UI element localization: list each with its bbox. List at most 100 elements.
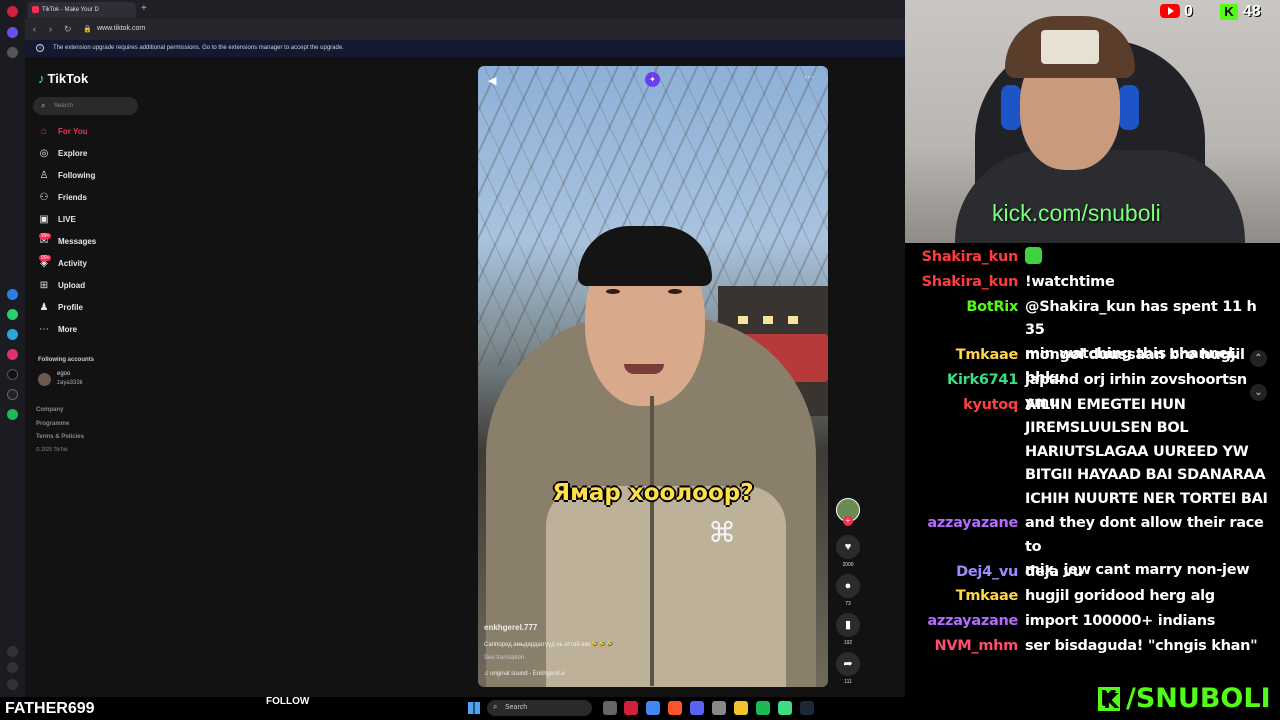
kick-brand: K/SNUBOLI xyxy=(1098,683,1271,714)
url-field[interactable]: www.tiktok.com xyxy=(97,25,145,32)
sidebar-item-activity[interactable]: ◈ 99+ Activity xyxy=(37,255,147,272)
avatar[interactable] xyxy=(38,373,51,386)
tab-tiktok[interactable]: TikTok - Make Your D xyxy=(28,2,136,18)
notice-text: The extension upgrade requires additiona… xyxy=(53,45,344,51)
taskbar: ⌕ Search xyxy=(463,698,823,718)
sidebar-item-label: LIVE xyxy=(58,215,76,224)
search-icon: ⌕ xyxy=(41,101,46,110)
messenger-icon[interactable] xyxy=(7,289,18,300)
home-icon[interactable] xyxy=(7,27,18,38)
spotify-icon[interactable] xyxy=(756,701,770,715)
sidebar-item-explore[interactable]: ◎ Explore xyxy=(37,146,147,162)
lock-icon: 🔒 xyxy=(83,26,92,33)
sidebar-item-live[interactable]: ▣ LIVE xyxy=(37,212,147,228)
video-description: Саппород амьдардаггүүд нь аттай юм 🤣🤣🤣 xyxy=(484,642,615,648)
bookmark-icon: ▮ xyxy=(844,619,852,631)
chat-username[interactable]: Shakira_kun xyxy=(922,271,1019,295)
history-icon[interactable] xyxy=(7,662,18,673)
instagram-icon[interactable] xyxy=(7,349,18,360)
comment-icon: ● xyxy=(844,580,852,592)
telegram-icon[interactable] xyxy=(7,329,18,340)
sidebar-item-label: Explore xyxy=(58,149,88,158)
chat-text: AILIIN EMEGTEI HUN JIREMSLUULSEN BOL HAR… xyxy=(1025,396,1268,507)
kick-icon: K xyxy=(1220,4,1238,20)
steam-icon[interactable] xyxy=(800,701,814,715)
sidebar-item-friends[interactable]: ⚇ Friends xyxy=(37,190,147,206)
more-icon: ⋯ xyxy=(39,324,49,335)
x-icon[interactable] xyxy=(7,389,18,400)
chevron-up-icon[interactable]: ⌃ xyxy=(1250,350,1267,367)
share-icon: ➦ xyxy=(843,658,853,670)
reload-icon[interactable]: ↻ xyxy=(64,24,72,35)
like-button[interactable]: ♥ xyxy=(836,535,860,559)
more-icon[interactable] xyxy=(7,679,18,690)
chat-username[interactable]: Dej4_vu xyxy=(956,561,1018,585)
chat-username[interactable]: kyutoq xyxy=(963,394,1018,418)
sidebar-item-more[interactable]: ⋯ More xyxy=(37,322,147,338)
video-author[interactable]: enkhgerel.777 xyxy=(484,623,537,632)
chat-username[interactable]: azzayazane xyxy=(927,610,1018,634)
chrome-icon[interactable] xyxy=(646,701,660,715)
chat-username[interactable]: Tmkaae xyxy=(956,585,1019,609)
sidebar-item-label: Friends xyxy=(58,193,87,202)
sidebar-item-messages[interactable]: ✉ 99+ Messages xyxy=(37,233,147,250)
bookmark-icon[interactable] xyxy=(7,47,18,58)
footer-link-programme[interactable]: Programme xyxy=(36,421,69,427)
chat-username[interactable]: Tmkaae xyxy=(956,344,1019,368)
footer-link-terms[interactable]: Terms & Policies xyxy=(36,434,84,440)
chat-username[interactable]: azzayazane xyxy=(927,512,1018,536)
sidebar-item-profile[interactable]: ♟ Profile xyxy=(37,300,147,316)
jacket-logo-icon: ⌘ xyxy=(708,517,736,548)
chat-username[interactable]: NVM_mhm xyxy=(935,635,1019,659)
tiktok-icon[interactable] xyxy=(7,369,18,380)
windows-start-icon[interactable] xyxy=(468,702,480,714)
task-view-icon[interactable] xyxy=(603,701,617,715)
back-icon[interactable]: ‹ xyxy=(33,24,36,34)
sidebar-item-following[interactable]: ♙ Following xyxy=(37,168,147,184)
app-icon[interactable] xyxy=(778,701,792,715)
ai-sparkle-icon[interactable]: ✦ xyxy=(645,72,660,87)
notification-badge: 99+ xyxy=(39,255,52,261)
chat-username[interactable]: BotRix xyxy=(966,296,1018,320)
forward-icon[interactable]: › xyxy=(49,24,52,34)
headphones-icon xyxy=(1001,85,1021,130)
search-input[interactable]: ⌕ Search xyxy=(33,97,138,115)
taskbar-search[interactable]: ⌕ Search xyxy=(487,700,592,716)
save-button[interactable]: ▮ xyxy=(836,613,860,637)
sidebar-item-for-you[interactable]: ⌂ For You xyxy=(37,124,147,140)
more-options-icon[interactable]: ⋯ xyxy=(804,72,814,83)
spotify-icon[interactable] xyxy=(7,409,18,420)
chevron-down-icon[interactable]: ⌄ xyxy=(1250,384,1267,401)
heart-icon[interactable] xyxy=(7,646,18,657)
like-count: 2000 xyxy=(842,562,854,568)
comment-button[interactable]: ● xyxy=(836,574,860,598)
see-translation-link[interactable]: See translation xyxy=(484,655,524,661)
tiktok-logo[interactable]: ♪ TikTok xyxy=(38,71,88,86)
sound-link[interactable]: ♫ original sound - Enkhgerel.e xyxy=(484,671,565,677)
chat-username[interactable]: Shakira_kun xyxy=(922,246,1019,270)
new-tab-button[interactable]: + xyxy=(141,3,147,14)
discord-icon[interactable] xyxy=(690,701,704,715)
opera-icon[interactable] xyxy=(624,701,638,715)
chat-text xyxy=(1025,246,1277,270)
following-icon: ♙ xyxy=(39,170,49,181)
following-account-handle[interactable]: zaya333k xyxy=(57,380,83,386)
sidebar-item-label: Profile xyxy=(58,303,83,312)
volume-icon[interactable]: ◀ xyxy=(488,74,496,87)
sidebar-item-upload[interactable]: ⊞ Upload xyxy=(37,278,147,294)
address-bar: ‹ › ↻ 🔒 www.tiktok.com xyxy=(25,19,905,40)
streamer-cap xyxy=(1005,16,1135,78)
file-explorer-icon[interactable] xyxy=(734,701,748,715)
obs-icon[interactable] xyxy=(712,701,726,715)
following-account-name[interactable]: egoo xyxy=(57,371,70,377)
browser-sidebar xyxy=(0,0,25,697)
youtube-viewer-count: 0 xyxy=(1184,3,1193,20)
opera-icon[interactable] xyxy=(7,6,18,17)
video-player[interactable]: ⌘ Ямар хоолоор? ◀ ✦ ⋯ enkhgerel.777 Сапп… xyxy=(478,66,828,687)
footer-link-company[interactable]: Company xyxy=(36,407,63,413)
share-button[interactable]: ➦ xyxy=(836,652,860,676)
follow-plus-icon[interactable]: + xyxy=(843,516,853,526)
whatsapp-icon[interactable] xyxy=(7,309,18,320)
chat-username[interactable]: Kirk6741 xyxy=(947,369,1018,393)
brave-icon[interactable] xyxy=(668,701,682,715)
